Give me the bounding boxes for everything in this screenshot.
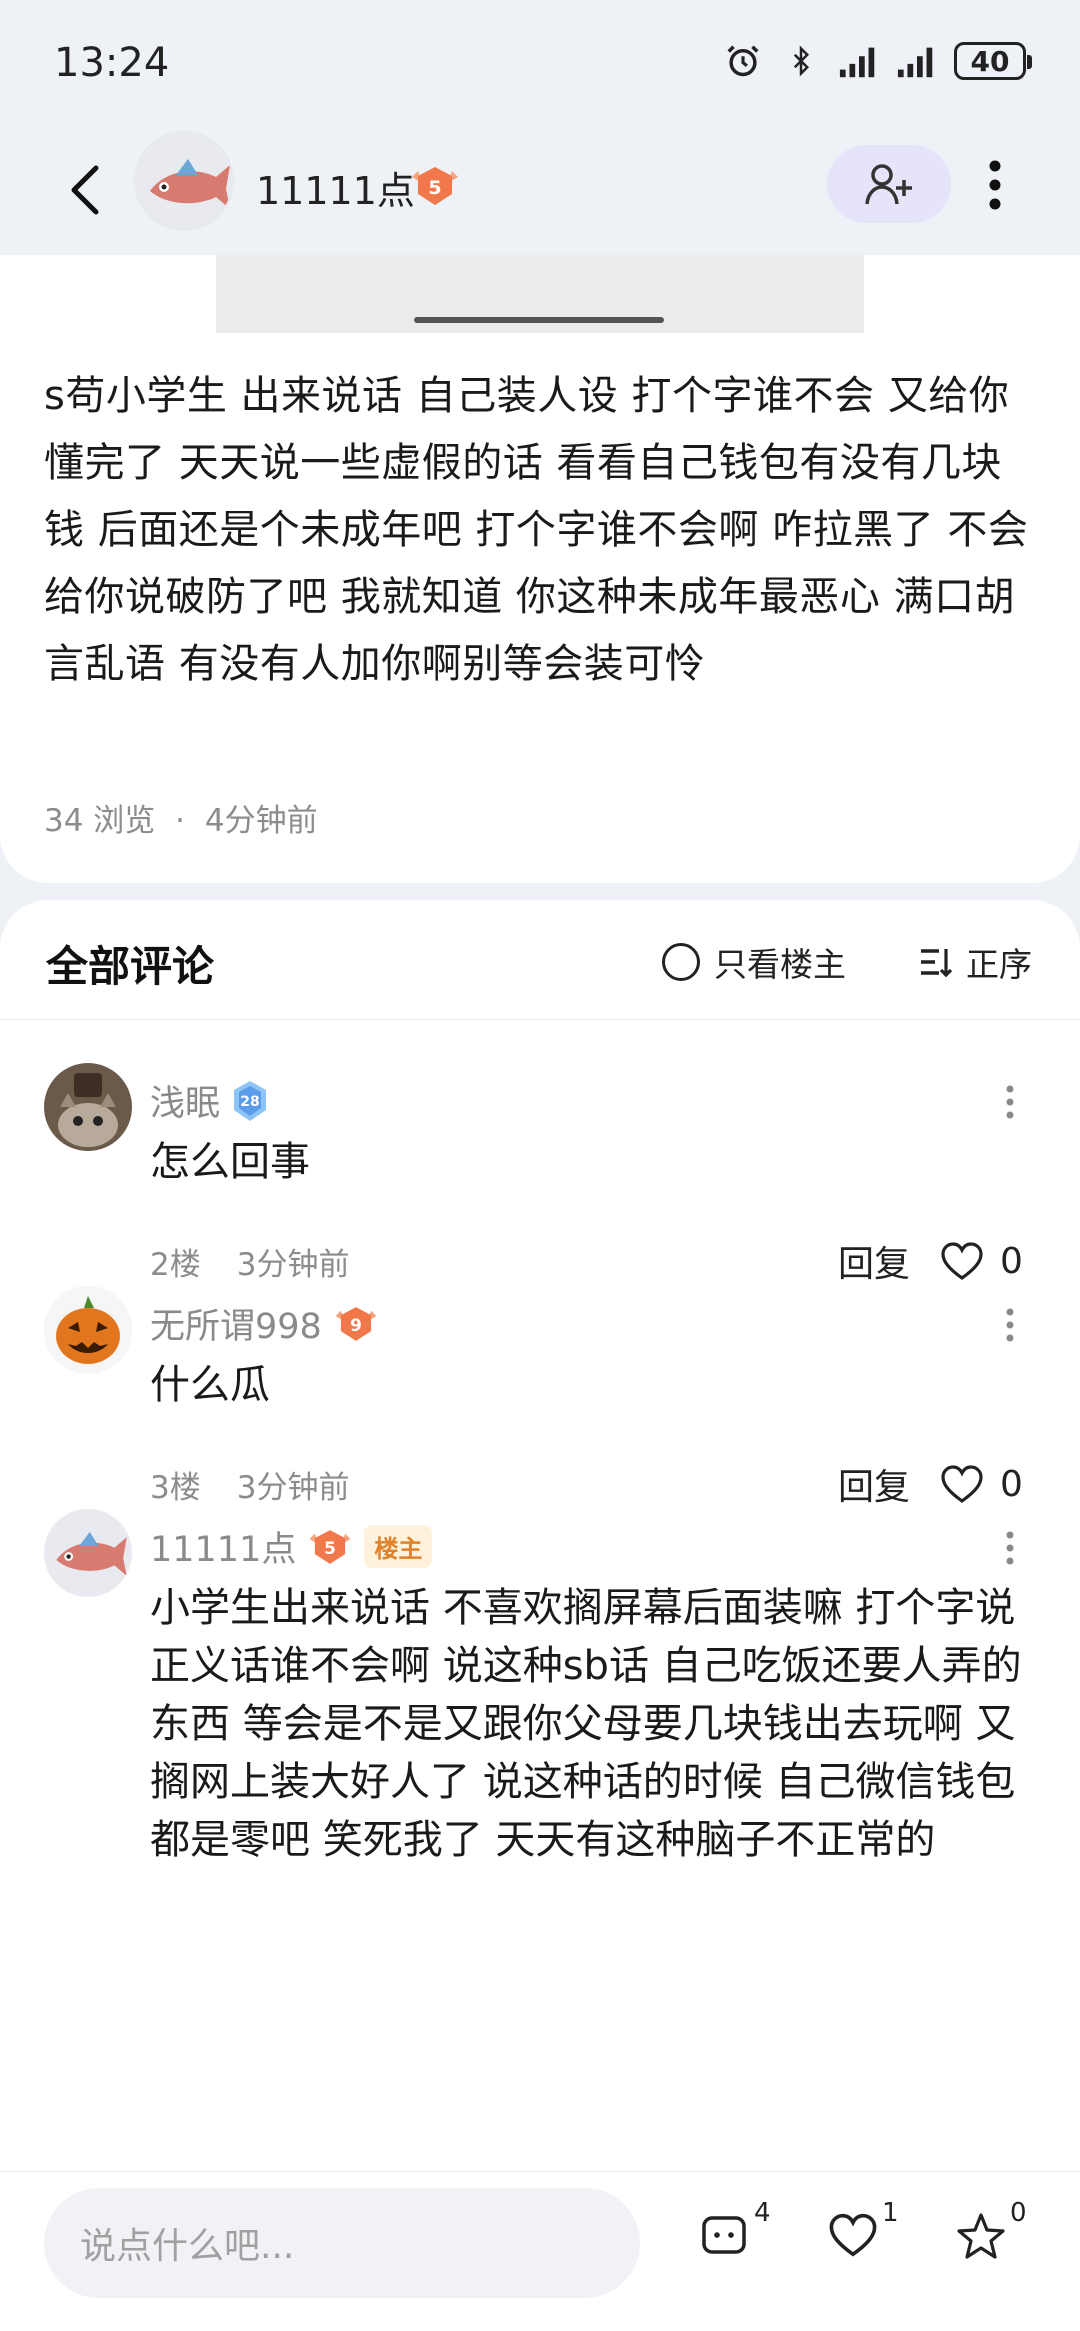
commenter-name-text: 11111点 xyxy=(150,1530,297,1570)
alarm-icon xyxy=(722,40,764,82)
sort-label: 正序 xyxy=(966,945,1032,984)
status-bar: 13:24 40 xyxy=(0,0,1080,125)
sort-toggle[interactable]: 正序 xyxy=(918,938,1032,986)
post-body: s苟小学生 出来说话 自己装人设 打个字谁不会 又给你懂完了 天天说一些虚假的话… xyxy=(44,373,1029,687)
commenter-avatar[interactable] xyxy=(44,1063,132,1151)
signal-2-icon xyxy=(896,40,938,82)
comment-actions: 回复 0 xyxy=(838,1458,1023,1510)
meta-separator: · xyxy=(175,803,186,839)
comment-meta: 3楼 3分钟前 xyxy=(150,1462,349,1507)
like-button[interactable]: 0 xyxy=(940,1464,1023,1505)
comment-actions: 回复 0 xyxy=(838,1235,1023,1287)
post-meta: 34 浏览 · 4分钟前 xyxy=(44,795,318,840)
star-icon xyxy=(957,2213,1005,2259)
author-avatar[interactable] xyxy=(134,131,234,231)
post-card: s苟小学生 出来说话 自己装人设 打个字谁不会 又给你懂完了 天天说一些虚假的话… xyxy=(0,255,1080,883)
level-badge: 5 xyxy=(306,1526,354,1568)
comment-time: 3分钟前 xyxy=(236,1247,350,1283)
like-count: 1 xyxy=(882,2198,899,2228)
post-time: 4分钟前 xyxy=(204,803,318,839)
top-nav: 11111点 5 xyxy=(0,125,1080,255)
view-count: 34 浏览 xyxy=(44,803,156,839)
comments-header: 全部评论 只看楼主 正序 xyxy=(0,900,1080,1020)
reply-button[interactable]: 回复 xyxy=(838,1458,910,1510)
comment-count: 4 xyxy=(754,2198,771,2228)
level-badge: 28 xyxy=(230,1079,270,1123)
like-count: 0 xyxy=(1000,1463,1023,1505)
level-badge: 5 xyxy=(408,163,462,209)
op-tag: 楼主 xyxy=(364,1525,433,1568)
status-time: 13:24 xyxy=(54,40,170,86)
heart-icon xyxy=(941,1242,983,1280)
favorite-count: 0 xyxy=(1010,2198,1027,2228)
comment-more-button[interactable] xyxy=(1000,1523,1020,1573)
favorite-button[interactable]: 0 xyxy=(956,2198,1036,2272)
comment-input[interactable]: 说点什么吧... xyxy=(44,2188,640,2298)
comments-panel: 全部评论 只看楼主 正序 浅眠 28 怎么回事 2楼 3分钟前 回复 0 无所谓… xyxy=(0,900,1080,2171)
heart-icon xyxy=(829,2213,877,2257)
more-options-button[interactable] xyxy=(975,150,1015,220)
comment-count-button[interactable]: 4 xyxy=(700,2198,780,2272)
radio-unchecked-icon xyxy=(662,943,700,981)
like-count: 0 xyxy=(1000,1240,1023,1282)
comment-item: 无所谓998 9 什么瓜 3楼 3分钟前 回复 0 xyxy=(0,1286,1080,1546)
bottom-bar: 说点什么吧... 4 1 0 xyxy=(0,2171,1080,2331)
op-only-toggle[interactable]: 只看楼主 xyxy=(662,938,846,986)
bluetooth-icon xyxy=(780,40,822,82)
svg-text:9: 9 xyxy=(350,1315,362,1335)
commenter-name-text: 无所谓998 xyxy=(150,1307,322,1347)
comment-text: 什么瓜 xyxy=(150,1362,270,1408)
floor-number: 2楼 xyxy=(150,1247,201,1283)
more-vertical-icon xyxy=(1006,1308,1014,1342)
back-arrow-icon xyxy=(71,165,99,215)
comment-icon xyxy=(702,2216,746,2254)
comment-item: 11111点 5 楼主 小学生出来说话 不喜欢搁屏幕后面装嘛 打个字说正义话谁不… xyxy=(0,1509,1080,2171)
comment-more-button[interactable] xyxy=(1000,1300,1020,1350)
svg-text:28: 28 xyxy=(240,1094,259,1110)
status-icons: 40 xyxy=(722,40,1032,82)
more-vertical-icon xyxy=(1006,1085,1014,1119)
like-button[interactable]: 0 xyxy=(940,1241,1023,1282)
level-badge: 9 xyxy=(332,1303,380,1345)
comment-text: 小学生出来说话 不喜欢搁屏幕后面装嘛 打个字说正义话谁不会啊 说这种sb话 自己… xyxy=(150,1585,1022,1863)
svg-text:5: 5 xyxy=(324,1538,336,1558)
image-indicator-bar xyxy=(414,317,664,323)
commenter-name-text: 浅眠 xyxy=(150,1084,221,1124)
comment-meta: 2楼 3分钟前 xyxy=(150,1239,349,1284)
commenter-avatar[interactable] xyxy=(44,1286,132,1374)
comment-time: 3分钟前 xyxy=(236,1470,350,1506)
battery-indicator: 40 xyxy=(954,42,1032,80)
comment-item: 浅眠 28 怎么回事 2楼 3分钟前 回复 0 xyxy=(0,1063,1080,1323)
commenter-name[interactable]: 浅眠 28 xyxy=(150,1075,270,1126)
add-friend-icon xyxy=(865,164,912,205)
svg-text:5: 5 xyxy=(428,177,441,199)
op-only-label: 只看楼主 xyxy=(714,945,846,984)
more-vertical-icon xyxy=(989,160,1001,210)
follow-button[interactable] xyxy=(827,145,951,223)
reply-button[interactable]: 回复 xyxy=(838,1235,910,1287)
commenter-name[interactable]: 11111点 5 楼主 xyxy=(150,1521,433,1572)
commenter-avatar[interactable] xyxy=(44,1509,132,1597)
author-name[interactable]: 11111点 xyxy=(256,160,415,215)
heart-icon xyxy=(941,1465,983,1503)
back-button[interactable] xyxy=(50,155,120,225)
commenter-name[interactable]: 无所谓998 9 xyxy=(150,1298,380,1349)
sort-icon xyxy=(921,949,952,978)
signal-1-icon xyxy=(838,40,880,82)
comment-more-button[interactable] xyxy=(1000,1077,1020,1127)
comment-text: 怎么回事 xyxy=(150,1139,310,1185)
comments-title: 全部评论 xyxy=(46,942,215,991)
floor-number: 3楼 xyxy=(150,1470,201,1506)
more-vertical-icon xyxy=(1006,1531,1014,1565)
like-post-button[interactable]: 1 xyxy=(828,2198,908,2272)
